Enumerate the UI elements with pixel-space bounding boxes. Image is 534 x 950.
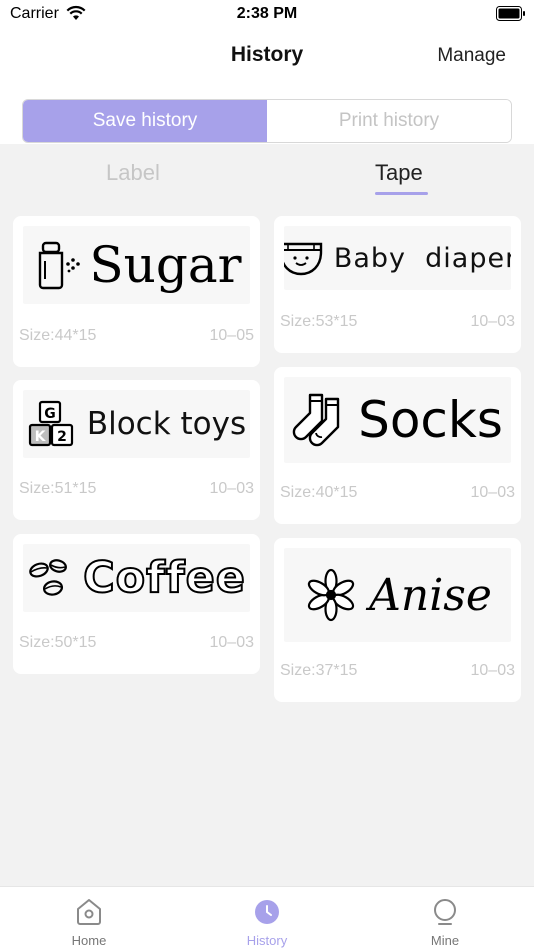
history-card-anise[interactable]: Anise Size:37*15 10–03	[274, 538, 521, 702]
star-anise-icon	[307, 568, 355, 622]
salt-shaker-icon	[39, 241, 81, 290]
card-date: 10–03	[470, 662, 516, 679]
history-card-sugar[interactable]: Sugar Size:44*15 10–05	[13, 216, 260, 367]
history-card-baby-diaper[interactable]: Baby diaper Size:53*15 10–03	[274, 216, 521, 353]
block-letter-g: G	[44, 406, 56, 422]
label-text: Coffee	[82, 552, 246, 604]
tab-label[interactable]: Label	[106, 160, 160, 186]
tab-tape[interactable]: Tape	[375, 160, 423, 186]
segment-wrapper: Save history Print history	[0, 88, 534, 144]
status-time: 2:38 PM	[236, 5, 298, 22]
label-preview: G K 2 Block toys	[23, 390, 250, 458]
card-date: 10–03	[209, 634, 255, 651]
label-text: Baby diaper	[333, 242, 511, 274]
card-size: Size:40*15	[280, 484, 358, 501]
card-size: Size:50*15	[19, 634, 97, 651]
tab-mine-label: Mine	[430, 933, 460, 948]
label-text: Socks	[358, 391, 503, 449]
label-text: Block toys	[86, 406, 247, 442]
card-date: 10–05	[209, 327, 255, 344]
block-letter-2: 2	[57, 429, 67, 445]
label-preview: Sugar	[23, 226, 250, 304]
nav-bar: History Manage	[0, 30, 534, 88]
sub-tabs: Label Tape	[0, 144, 534, 204]
diaper-icon	[284, 242, 323, 276]
tab-mine[interactable]: Mine	[356, 887, 534, 950]
card-date: 10–03	[470, 313, 516, 330]
segment-print-history[interactable]: Print history	[267, 100, 511, 142]
label-preview: Socks	[284, 377, 511, 463]
manage-button[interactable]: Manage	[437, 45, 506, 67]
label-preview: Baby diaper	[284, 226, 511, 290]
history-segmented-control: Save history Print history	[22, 99, 512, 143]
label-text: Sugar	[89, 236, 242, 294]
toy-blocks-icon: G K 2	[28, 400, 73, 447]
card-size: Size:51*15	[19, 480, 97, 497]
card-date: 10–03	[470, 484, 516, 501]
card-size: Size:37*15	[280, 662, 358, 679]
label-preview: Anise	[284, 548, 511, 642]
segment-save-history[interactable]: Save history	[23, 100, 267, 142]
tab-history[interactable]: History	[178, 887, 356, 950]
battery-icon	[496, 6, 525, 21]
label-preview: Coffee	[23, 544, 250, 612]
history-card-block-toys[interactable]: G K 2 Block toys Size:51*15 10–03	[13, 380, 260, 520]
tab-home-label: Home	[71, 933, 107, 948]
tab-home[interactable]: Home	[0, 887, 178, 950]
tab-history-label: History	[246, 933, 288, 948]
coffee-beans-icon	[29, 559, 68, 596]
card-size: Size:53*15	[280, 313, 358, 330]
user-icon	[434, 899, 456, 925]
label-text: Anise	[369, 569, 492, 621]
history-card-coffee[interactable]: Coffee Size:50*15 10–03	[13, 534, 260, 674]
history-card-socks[interactable]: Socks Size:40*15 10–03	[274, 367, 521, 524]
card-date: 10–03	[209, 480, 255, 497]
clock-icon	[255, 900, 279, 924]
socks-icon	[292, 393, 340, 447]
tab-active-indicator	[375, 192, 428, 195]
status-bar: Carrier 2:38 PM	[0, 0, 534, 30]
card-size: Size:44*15	[19, 327, 97, 344]
bottom-tab-bar: Home History Mine	[0, 886, 534, 950]
home-icon	[77, 899, 101, 925]
block-letter-k: K	[34, 429, 46, 445]
